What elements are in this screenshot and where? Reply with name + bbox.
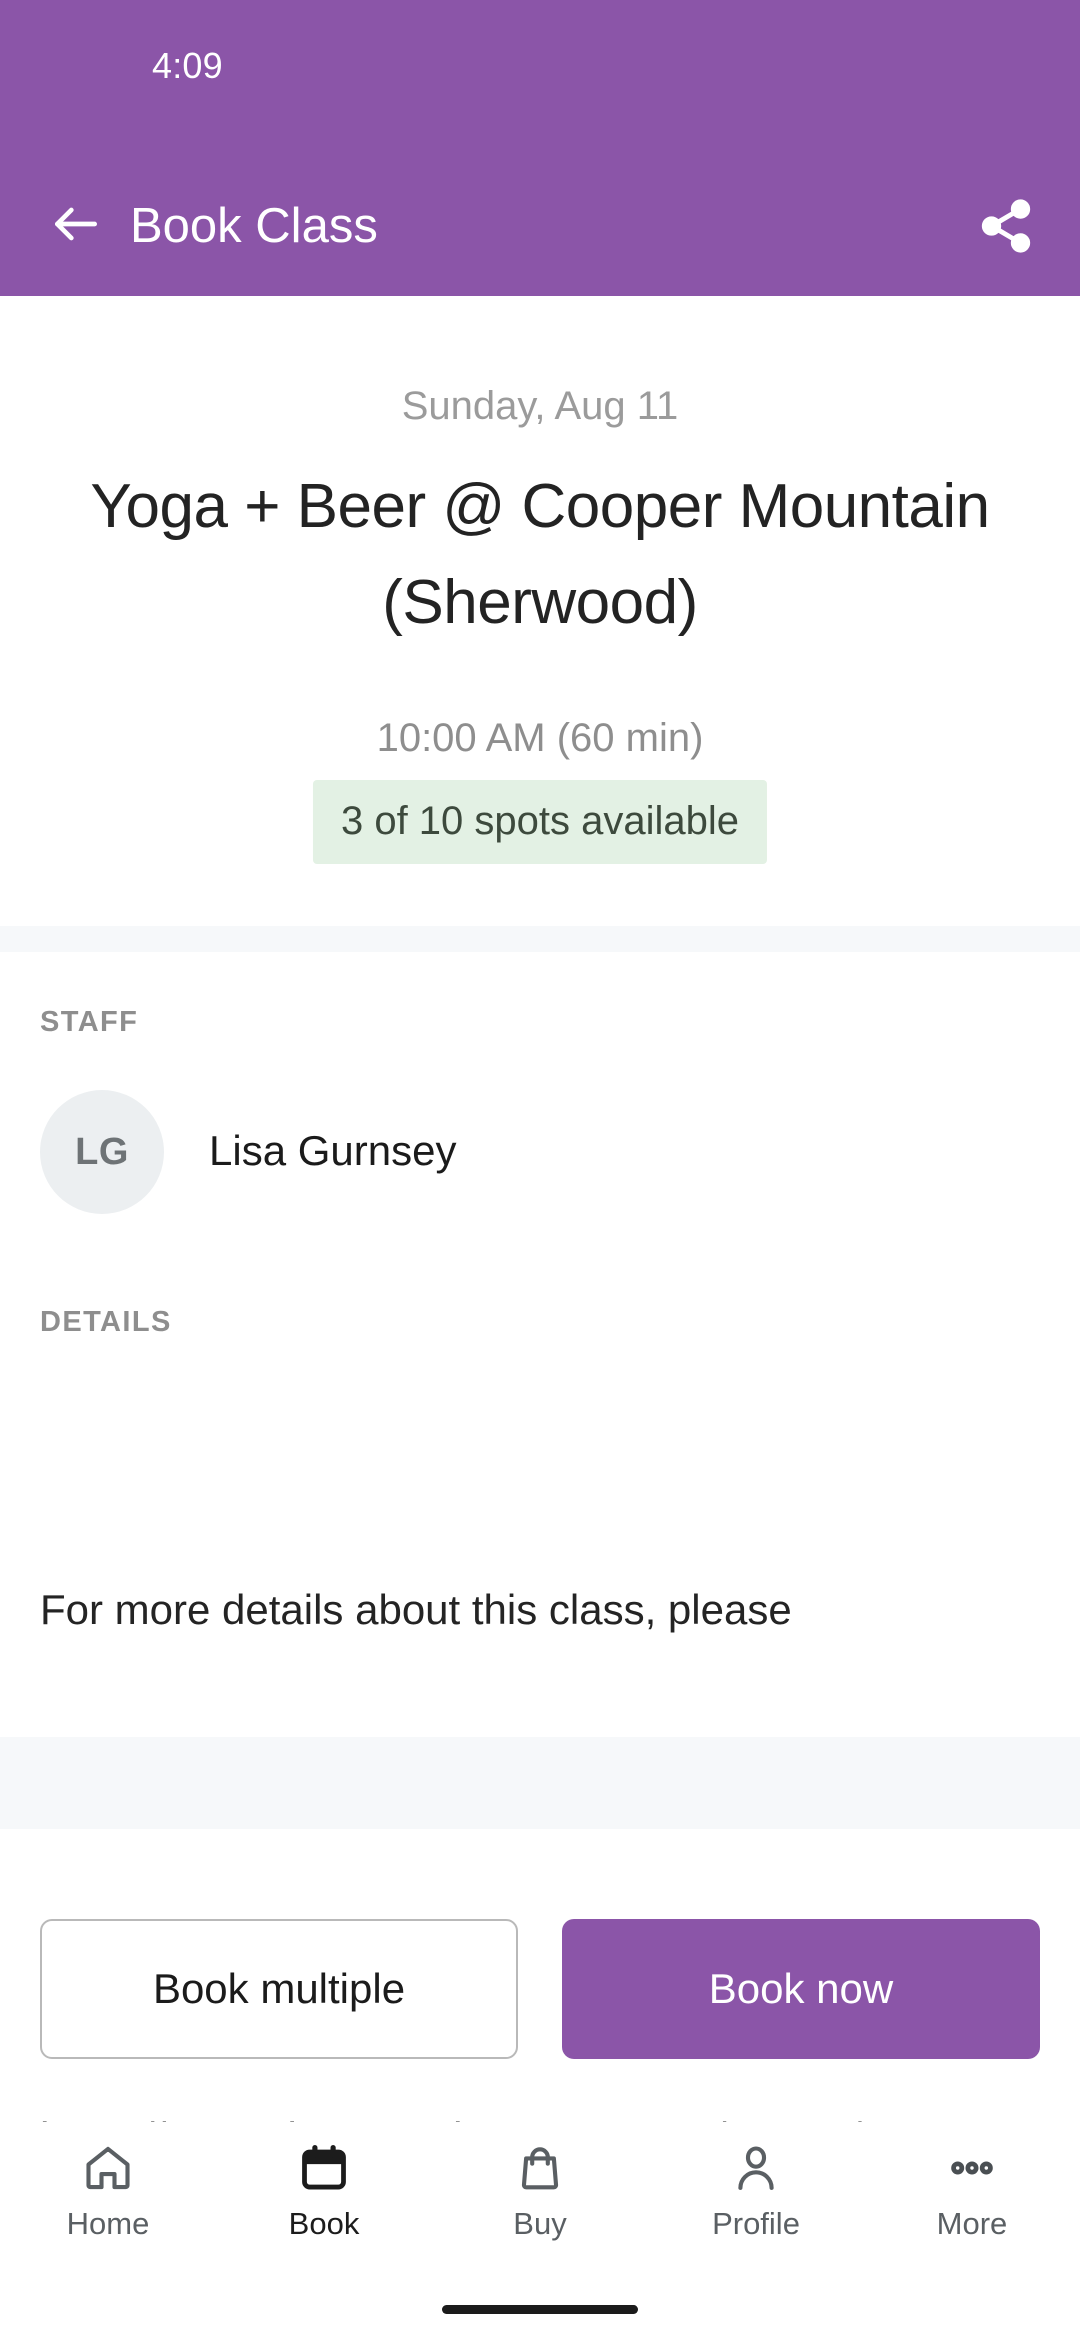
staff-section-label: STAFF [40,1006,139,1038]
section-divider-bottom [0,1737,1080,1829]
details-line-1: For more details about this class, pleas… [40,1586,792,1633]
nav-label-home: Home [66,2206,150,2241]
app-header: 4:09 Book Class [0,0,1080,296]
avatar: LG [40,1090,164,1214]
phone-screen: 4:09 Book Class Sunday, Aug 11 Yoga + Be… [0,0,1080,2340]
share-button[interactable] [970,192,1042,264]
arrow-left-icon [48,196,104,257]
class-time-duration: 10:00 AM (60 min) [376,716,704,760]
class-summary: Sunday, Aug 11 Yoga + Beer @ Cooper Moun… [0,296,1080,926]
calendar-icon [298,2140,350,2196]
nav-label-buy: Buy [513,2206,567,2241]
ellipsis-icon [946,2140,998,2196]
page-title: Book Class [130,199,378,253]
status-bar: 4:09 [0,0,1080,110]
bottom-navigation: Home Book Buy Profile More [0,2122,1080,2282]
nav-label-more: More [936,2206,1008,2241]
bag-icon [514,2140,566,2196]
back-button[interactable] [40,190,112,262]
home-indicator[interactable] [442,2305,638,2314]
staff-row[interactable]: LG Lisa Gurnsey [40,1090,1040,1214]
class-title: Yoga + Beer @ Cooper Mountain (Sherwood) [90,472,990,637]
home-icon [82,2140,134,2196]
nav-item-more[interactable]: More [864,2122,1080,2282]
book-multiple-button[interactable]: Book multiple [40,1919,518,2059]
nav-label-book: Book [288,2206,360,2241]
person-icon [730,2140,782,2196]
spots-available-badge: 3 of 10 spots available [312,780,768,864]
nav-item-home[interactable]: Home [0,2122,216,2282]
section-divider-top [0,926,1080,952]
action-bar: Book multiple Book now [0,1829,1080,2079]
class-date: Sunday, Aug 11 [401,384,679,428]
nav-label-profile: Profile [712,2206,800,2241]
book-now-button[interactable]: Book now [562,1919,1040,2059]
app-bar: Book Class [0,110,1080,296]
staff-name: Lisa Gurnsey [209,1127,457,1174]
nav-item-profile[interactable]: Profile [648,2122,864,2282]
share-icon [977,197,1035,260]
details-section-label: DETAILS [40,1306,172,1338]
nav-item-buy[interactable]: Buy [432,2122,648,2282]
status-bar-clock: 4:09 [152,45,223,86]
nav-item-book[interactable]: Book [216,2122,432,2282]
